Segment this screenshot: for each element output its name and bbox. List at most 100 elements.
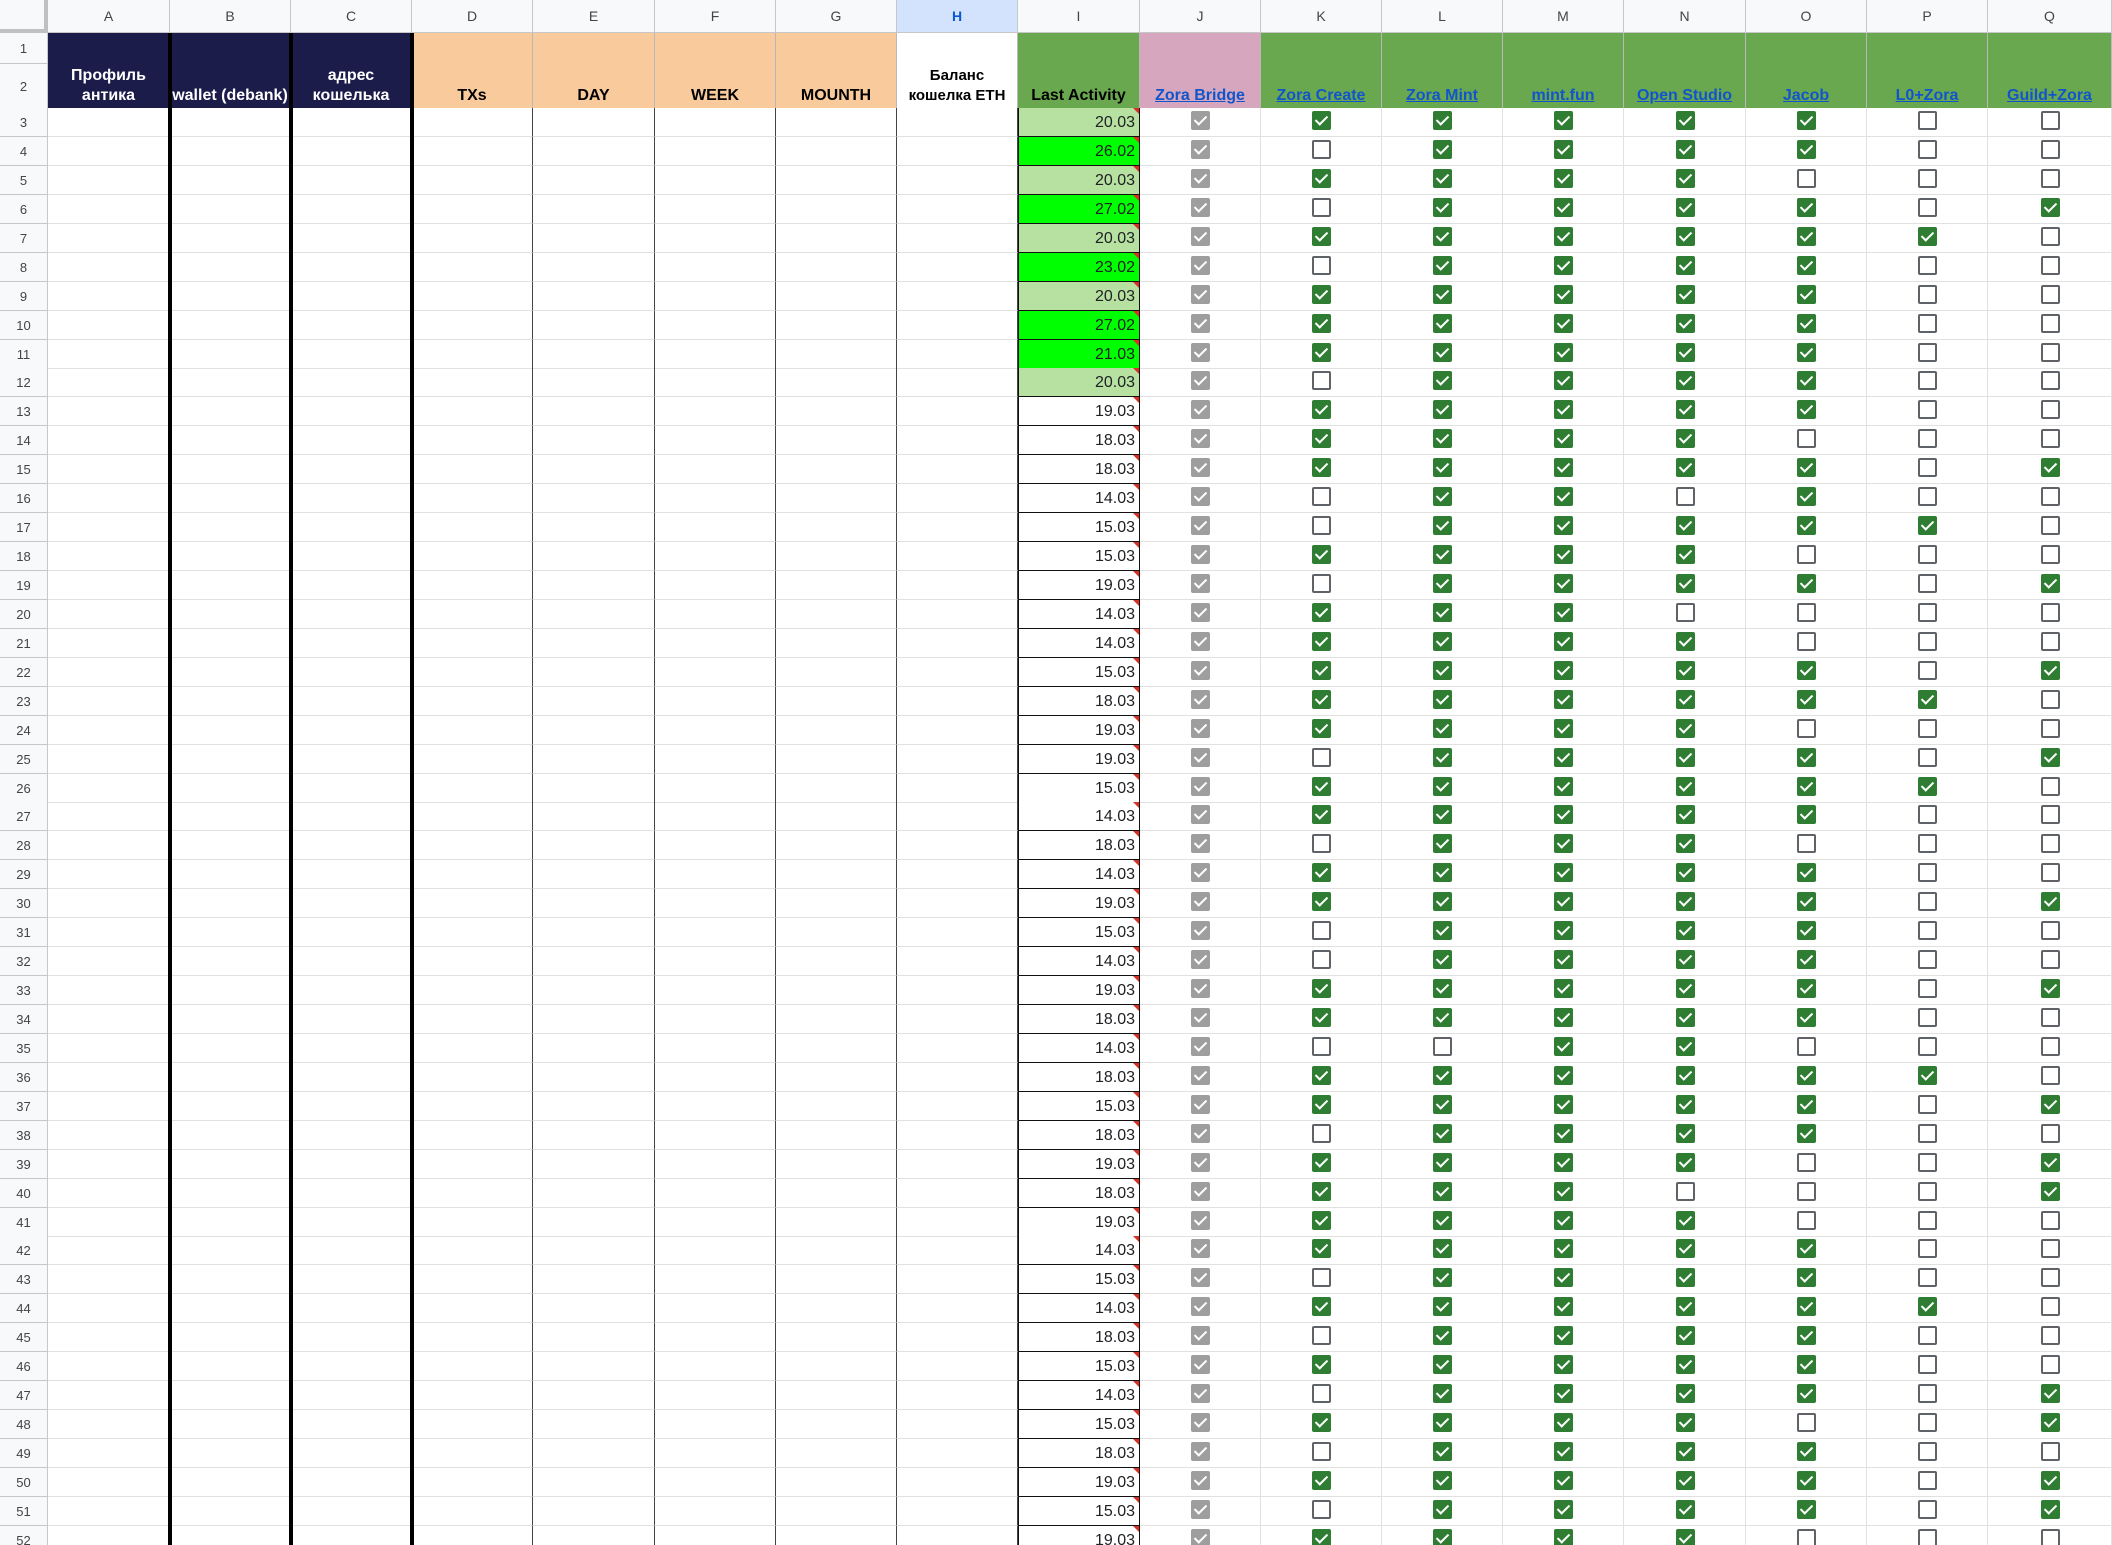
checkbox-k-checked[interactable] [1312,690,1331,709]
checkbox-p-unchecked[interactable] [1918,748,1937,767]
checkbox-n-checked[interactable] [1676,892,1695,911]
last-activity-cell[interactable]: 19.03 [1018,889,1140,918]
checkbox-m-checked[interactable] [1554,1153,1573,1172]
checkbox-l-checked[interactable] [1433,516,1452,535]
cell[interactable] [897,889,1018,918]
column-header-b[interactable]: B [170,0,291,33]
cell[interactable] [533,1294,655,1323]
checkbox-l-checked[interactable] [1433,979,1452,998]
checkbox-p-unchecked[interactable] [1918,921,1937,940]
checkbox-j-checked[interactable] [1191,1095,1210,1114]
checkbox-n-checked[interactable] [1676,719,1695,738]
last-activity-cell[interactable]: 15.03 [1018,542,1140,571]
cell[interactable] [48,542,170,571]
row-header-14[interactable]: 14 [0,426,48,455]
checkbox-l-checked[interactable] [1433,950,1452,969]
checkbox-o-checked[interactable] [1797,1442,1816,1461]
cell[interactable] [412,368,533,397]
cell[interactable] [533,1410,655,1439]
checkbox-n-checked[interactable] [1676,690,1695,709]
checkbox-j-checked[interactable] [1191,632,1210,651]
checkbox-p-unchecked[interactable] [1918,140,1937,159]
checkbox-q-checked[interactable] [2041,1500,2060,1519]
cell[interactable] [291,774,412,803]
cell[interactable] [776,716,897,745]
cell[interactable] [291,571,412,600]
cell[interactable] [533,1092,655,1121]
cell[interactable] [412,1236,533,1265]
row-header-36[interactable]: 36 [0,1063,48,1092]
checkbox-o-checked[interactable] [1797,487,1816,506]
header-label-q[interactable]: Guild+Zora [2007,86,2092,106]
column-header-q[interactable]: Q [1988,0,2112,33]
checkbox-o-checked[interactable] [1797,979,1816,998]
cell[interactable] [170,658,291,687]
cell[interactable] [412,542,533,571]
cell[interactable] [655,745,776,774]
cell[interactable] [48,224,170,253]
cell[interactable] [897,484,1018,513]
cell[interactable] [897,976,1018,1005]
cell[interactable] [655,1034,776,1063]
checkbox-q-unchecked[interactable] [2041,1211,2060,1230]
cell[interactable] [776,802,897,831]
checkbox-m-checked[interactable] [1554,516,1573,535]
checkbox-k-checked[interactable] [1312,1008,1331,1027]
cell[interactable] [533,1236,655,1265]
row-header-46[interactable]: 46 [0,1352,48,1381]
checkbox-m-checked[interactable] [1554,979,1573,998]
checkbox-m-checked[interactable] [1554,400,1573,419]
cell[interactable] [291,860,412,889]
cell[interactable] [412,1526,533,1545]
cell[interactable] [655,1526,776,1545]
cell[interactable] [655,1005,776,1034]
header-n[interactable]: Open Studio [1624,33,1746,108]
checkbox-l-checked[interactable] [1433,285,1452,304]
checkbox-l-checked[interactable] [1433,1066,1452,1085]
cell[interactable] [533,1265,655,1294]
checkbox-o-unchecked[interactable] [1797,1153,1816,1172]
cell[interactable] [291,1410,412,1439]
checkbox-n-checked[interactable] [1676,921,1695,940]
cell[interactable] [170,108,291,137]
checkbox-p-unchecked[interactable] [1918,111,1937,130]
cell[interactable] [48,513,170,542]
checkbox-n-checked[interactable] [1676,400,1695,419]
cell[interactable] [533,195,655,224]
checkbox-o-checked[interactable] [1797,777,1816,796]
header-label-k[interactable]: Zora Create [1277,86,1366,106]
checkbox-p-unchecked[interactable] [1918,661,1937,680]
cell[interactable] [170,1410,291,1439]
last-activity-cell[interactable]: 19.03 [1018,571,1140,600]
cell[interactable] [48,1063,170,1092]
cell[interactable] [655,1381,776,1410]
cell[interactable] [533,282,655,311]
cell[interactable] [291,253,412,282]
checkbox-k-checked[interactable] [1312,545,1331,564]
checkbox-l-checked[interactable] [1433,1442,1452,1461]
checkbox-k-unchecked[interactable] [1312,834,1331,853]
checkbox-n-checked[interactable] [1676,1153,1695,1172]
checkbox-l-checked[interactable] [1433,487,1452,506]
checkbox-q-unchecked[interactable] [2041,690,2060,709]
row-header-39[interactable]: 39 [0,1150,48,1179]
cell[interactable] [48,340,170,369]
checkbox-m-checked[interactable] [1554,371,1573,390]
cell[interactable] [897,542,1018,571]
checkbox-k-unchecked[interactable] [1312,487,1331,506]
cell[interactable] [533,947,655,976]
cell[interactable] [776,600,897,629]
cell[interactable] [412,455,533,484]
checkbox-m-checked[interactable] [1554,1066,1573,1085]
checkbox-k-unchecked[interactable] [1312,1384,1331,1403]
checkbox-m-checked[interactable] [1554,1239,1573,1258]
checkbox-m-checked[interactable] [1554,603,1573,622]
checkbox-q-unchecked[interactable] [2041,1124,2060,1143]
cell[interactable] [291,976,412,1005]
cell[interactable] [48,195,170,224]
row-header-5[interactable]: 5 [0,166,48,195]
checkbox-l-checked[interactable] [1433,805,1452,824]
cell[interactable] [533,137,655,166]
checkbox-n-checked[interactable] [1676,1095,1695,1114]
checkbox-q-unchecked[interactable] [2041,487,2060,506]
